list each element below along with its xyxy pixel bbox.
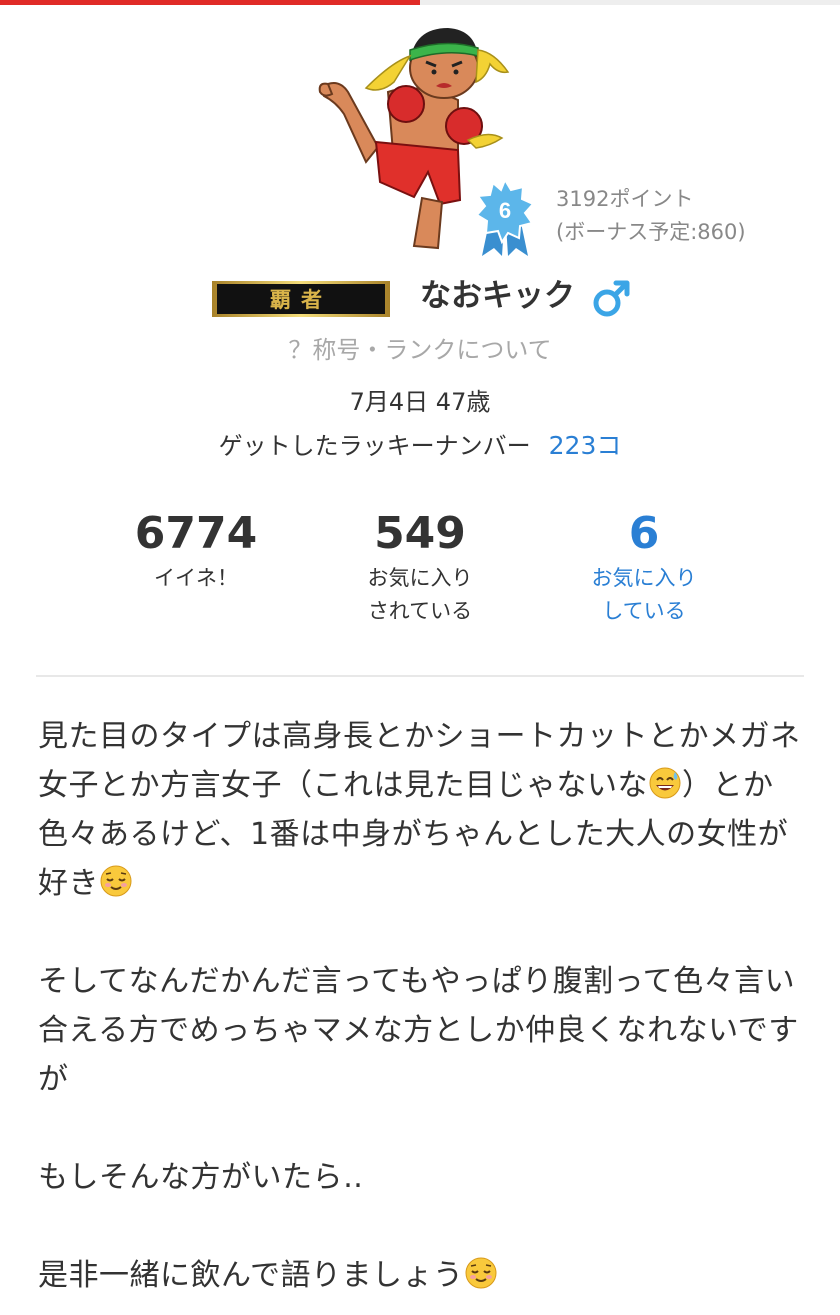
- bio-blank-line: [38, 1104, 808, 1153]
- bio-text: 是非一緒に飲んで語りましょう: [38, 1258, 464, 1293]
- favorited-by-label-2: されている: [367, 599, 473, 623]
- likes-label: イイネ！: [154, 566, 238, 590]
- likes-count: 6774: [134, 508, 258, 559]
- lucky-number-value[interactable]: 223コ: [549, 431, 622, 460]
- favorited-by-count: 549: [374, 508, 466, 559]
- favoriting-label-1[interactable]: お気に入り: [534, 562, 754, 595]
- bio-paragraph: もしそんな方がいたら‥: [38, 1160, 364, 1195]
- lucky-number-row: ゲットしたラッキーナンバー 223コ: [0, 428, 840, 464]
- bio-paragraph: 見た目のタイプは高身長とかショートカットとかメガネ女子とか方言女子（これは見た目…: [38, 712, 808, 908]
- bio-blank-line: [38, 1202, 808, 1251]
- title-plate[interactable]: 覇者: [212, 281, 390, 317]
- profile-bio: 見た目のタイプは高身長とかショートカットとかメガネ女子とか方言女子（これは見た目…: [38, 712, 808, 1300]
- sweat-smile-emoji-icon: [649, 767, 681, 799]
- bonus-points: (ボーナス予定:860): [556, 220, 746, 244]
- title-plate-text: 覇者: [270, 287, 332, 312]
- favoriting-count[interactable]: 6: [534, 506, 754, 562]
- nickname: なおキック: [420, 278, 575, 314]
- relieved-face-emoji-icon: [100, 865, 132, 897]
- favoriting-label-2[interactable]: している: [534, 595, 754, 628]
- rank-level: 6: [499, 198, 511, 223]
- stat-likes: 6774 イイネ！: [86, 506, 306, 595]
- rank-badge-icon: 6: [475, 178, 535, 256]
- lucky-number-label: ゲットしたラッキーナンバー: [218, 432, 531, 460]
- stat-favoriting[interactable]: 6 お気に入り している: [534, 506, 754, 628]
- rank-info-link[interactable]: ？称号・ランクについて: [0, 333, 840, 367]
- stat-favorited-by: 549 お気に入り されている: [310, 506, 530, 628]
- relieved-face-emoji-icon: [465, 1257, 496, 1289]
- points-value: 3192ポイント: [556, 187, 694, 211]
- favorited-by-label-1: お気に入り: [367, 566, 473, 590]
- bio-blank-line: [38, 908, 808, 957]
- bio-paragraph: 是非一緒に飲んで語りましょう: [38, 1251, 808, 1300]
- progress-bar: [0, 0, 840, 5]
- bio-paragraph: そしてなんだかんだ言ってもやっぱり腹割って色々言い合える方でめっちゃマメな方とし…: [38, 964, 799, 1097]
- progress-bar-fill: [0, 0, 420, 5]
- section-divider: [36, 675, 804, 677]
- birthday-age: 7月4日 47歳: [349, 388, 491, 416]
- points-summary: 3192ポイント (ボーナス予定:860): [556, 183, 746, 249]
- male-symbol-icon: [593, 280, 630, 317]
